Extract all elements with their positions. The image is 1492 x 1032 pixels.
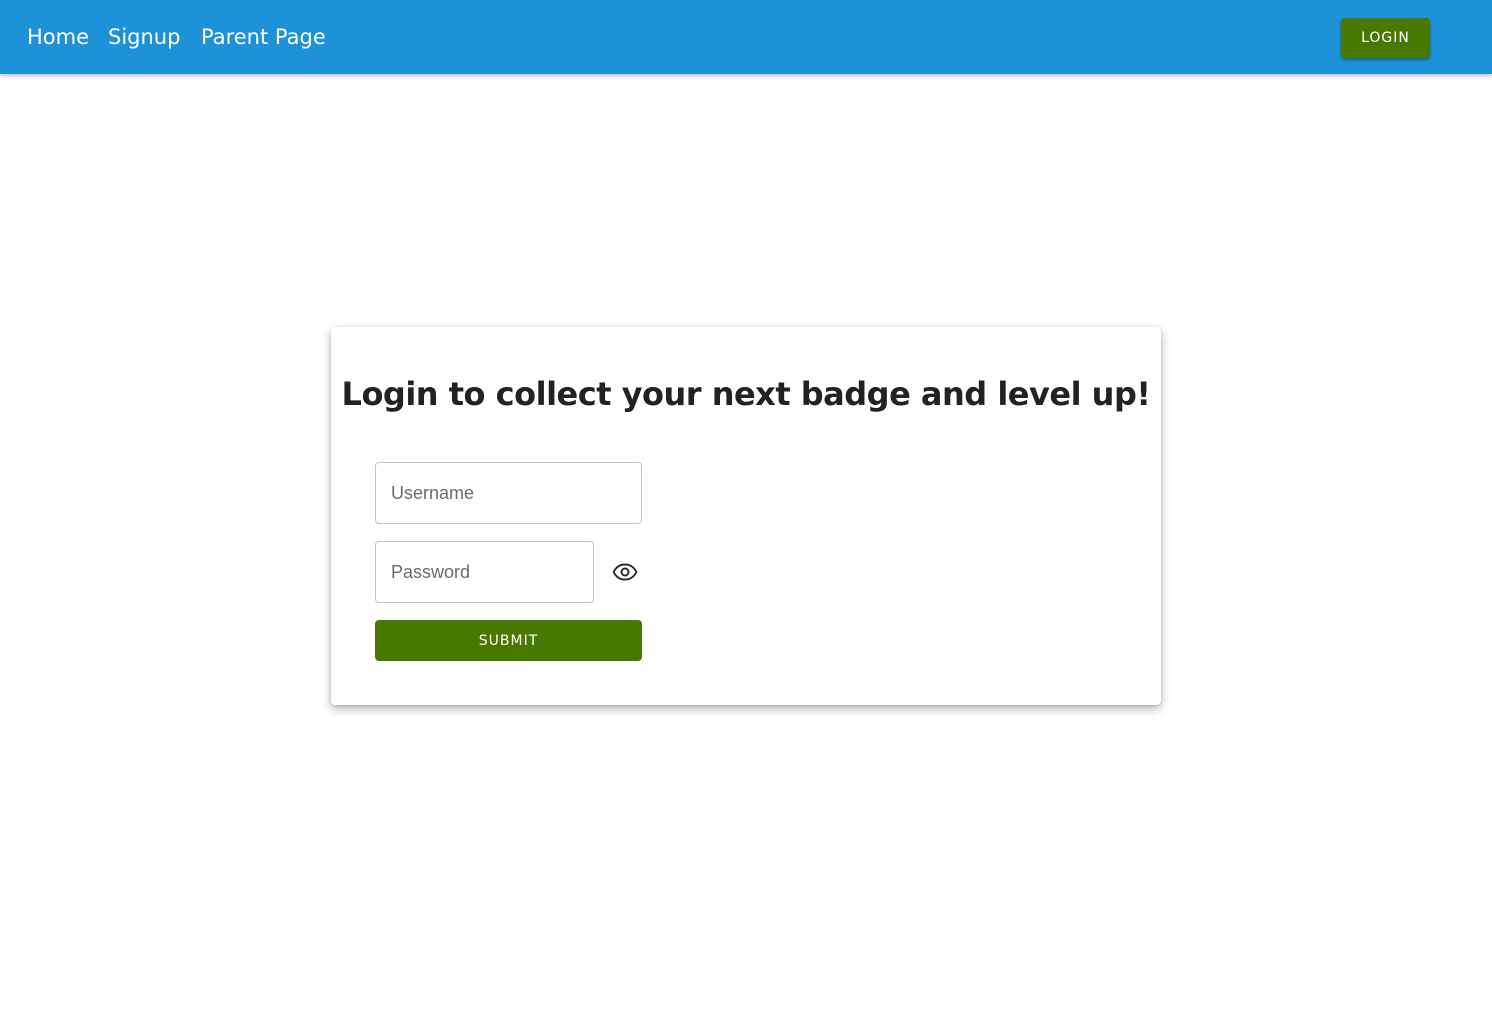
toggle-password-visibility-button[interactable] (609, 556, 641, 588)
nav-home-link[interactable]: Home (27, 0, 89, 74)
password-input[interactable] (375, 541, 594, 603)
login-title: Login to collect your next badge and lev… (341, 375, 1151, 413)
top-navbar: Home Signup Parent Page LOGIN (0, 0, 1492, 74)
eye-icon (612, 563, 638, 581)
login-card: Login to collect your next badge and lev… (331, 327, 1161, 705)
username-input[interactable] (375, 462, 642, 524)
submit-button[interactable]: SUBMIT (375, 620, 642, 661)
nav-signup-link[interactable]: Signup (108, 0, 180, 74)
nav-parent-page-link[interactable]: Parent Page (201, 0, 326, 74)
nav-login-button[interactable]: LOGIN (1341, 18, 1430, 58)
